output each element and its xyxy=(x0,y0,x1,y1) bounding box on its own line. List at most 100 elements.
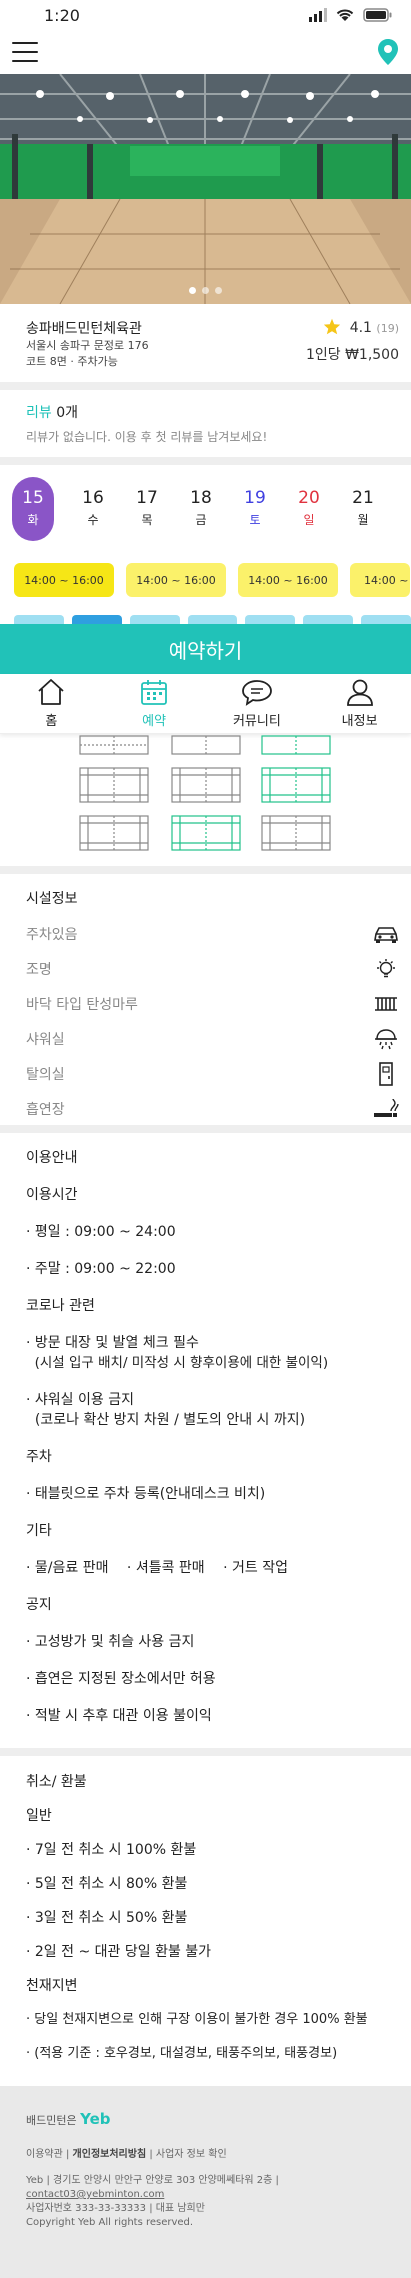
smoking-icon xyxy=(374,1098,399,1117)
etc-item: · 셔틀콕 판매 xyxy=(126,1560,205,1576)
company-address: Yeb | 경기도 안양시 만안구 안양로 303 안양메쎄타워 2층 | xyxy=(26,2175,279,2186)
venue-details: 코트 8면 · 주차가능 xyxy=(26,355,118,368)
footer-brand: 배드민턴은 Yeb xyxy=(26,2110,111,2128)
notice-item: · 흡연은 지정된 장소에서만 허용 xyxy=(26,1671,216,1687)
date-item[interactable]: 20 일 xyxy=(282,487,336,531)
hours-title: 이용시간 xyxy=(26,1187,78,1203)
etc-title: 기타 xyxy=(26,1523,52,1539)
venue-name: 송파배드민턴체육관 xyxy=(26,321,142,337)
review-section[interactable]: 리뷰 0개 리뷰가 없습니다. 이용 후 첫 리뷰를 남겨보세요! xyxy=(0,390,411,457)
disaster-item: · 당일 천재지변으로 인해 구장 이용이 불가한 경우 100% 환불 xyxy=(26,2012,368,2027)
reserve-button[interactable]: 예약하기 xyxy=(0,624,411,674)
privacy-link[interactable]: 개인정보처리방침 xyxy=(73,2149,147,2160)
corona-item-2-note: (코로나 확산 방지 차원 / 별도의 안내 시 까지) xyxy=(26,1412,306,1428)
facility-item: 바닥 타입 탄성마루 xyxy=(0,986,411,1021)
star-icon xyxy=(324,318,341,335)
refund-section: 취소/ 환불 일반 · 7일 전 취소 시 100% 환불 · 5일 전 취소 … xyxy=(0,1756,411,2064)
date-item[interactable]: 21 월 xyxy=(336,487,390,531)
corona-title: 코로나 관련 xyxy=(26,1298,95,1314)
corona-item-1-note: (시설 입구 배치/ 미작성 시 향후이용에 대한 불이익) xyxy=(26,1355,329,1371)
usage-title: 이용안내 xyxy=(26,1150,78,1166)
copyright: Copyright Yeb All rights reserved. xyxy=(26,2217,194,2228)
divider xyxy=(0,382,411,390)
rating: 4.1 (19) xyxy=(306,318,399,336)
contact-email[interactable]: contact03@yebminton.com xyxy=(26,2188,385,2202)
time-slot[interactable]: 14:00 ~ 16:00 xyxy=(126,563,226,597)
facility-title: 시설정보 xyxy=(26,891,78,907)
venue-photo[interactable] xyxy=(0,74,411,304)
date-item[interactable]: 18 금 xyxy=(174,487,228,531)
review-empty-text: 리뷰가 없습니다. 이용 후 첫 리뷰를 남겨보세요! xyxy=(26,430,268,444)
facility-item: 흡연장 xyxy=(0,1091,411,1126)
bottom-tab-bar: 홈 예약 커뮤니티 내정보 xyxy=(0,674,411,734)
location-pin-icon[interactable] xyxy=(377,38,399,66)
status-bar: 1:20 xyxy=(0,0,411,30)
date-item[interactable]: 15 화 xyxy=(12,477,54,541)
refund-item: · 7일 전 취소 시 100% 환불 xyxy=(26,1842,197,1858)
hours-weekend: · 주말 : 09:00 ~ 22:00 xyxy=(26,1261,176,1277)
business-info-link[interactable]: 사업자 정보 확인 xyxy=(156,2149,227,2160)
gym-interior-image xyxy=(0,74,411,304)
menu-icon[interactable] xyxy=(12,42,38,62)
disaster-title: 천재지변 xyxy=(26,1978,78,1994)
hours-weekday: · 평일 : 09:00 ~ 24:00 xyxy=(26,1224,176,1240)
corona-item-2: · 샤워실 이용 금지 xyxy=(26,1392,134,1408)
etc-item: · 거트 작업 xyxy=(223,1560,289,1576)
review-count: 0개 xyxy=(56,405,79,421)
parking-title: 주차 xyxy=(26,1449,52,1465)
rating-value: 4.1 xyxy=(349,320,372,336)
review-label: 리뷰 xyxy=(26,405,52,421)
divider xyxy=(0,1748,411,1756)
facility-item: 주차있음 xyxy=(0,916,411,951)
etc-item: · 물/음료 판매 xyxy=(26,1560,109,1576)
rating-count: (19) xyxy=(376,322,399,335)
court-layout-diagram xyxy=(79,735,331,851)
notice-item: · 적발 시 추후 대관 이용 불이익 xyxy=(26,1708,212,1724)
time-slot[interactable]: 14:00 ~ 16:00 xyxy=(238,563,338,597)
battery-icon xyxy=(363,8,392,22)
bulb-icon xyxy=(377,958,395,977)
date-item[interactable]: 17 목 xyxy=(120,487,174,531)
footer-links: 이용약관 | 개인정보처리방침 | 사업자 정보 확인 xyxy=(26,2149,227,2160)
facility-item: 탈의실 xyxy=(0,1056,411,1091)
time-slot[interactable]: 14:00 ~ 16:00 xyxy=(14,563,114,597)
status-time: 1:20 xyxy=(44,5,80,25)
tab-reservation[interactable]: 예약 xyxy=(103,674,206,733)
court-tabs xyxy=(0,597,411,627)
tab-home[interactable]: 홈 xyxy=(0,674,103,733)
time-slots: 14:00 ~ 16:00 14:00 ~ 16:00 14:00 ~ 16:0… xyxy=(0,541,411,597)
price: 1인당 ₩1,500 xyxy=(305,347,399,363)
tab-community[interactable]: 커뮤니티 xyxy=(206,674,309,733)
divider xyxy=(0,866,411,874)
refund-item: · 3일 전 취소 시 50% 환불 xyxy=(26,1910,188,1926)
usage-info-section: 이용안내 이용시간 · 평일 : 09:00 ~ 24:00 · 주말 : 09… xyxy=(0,1133,411,1726)
car-icon xyxy=(374,926,398,943)
date-item[interactable]: 19 토 xyxy=(228,487,282,531)
facility-item: 조명 xyxy=(0,951,411,986)
wifi-icon xyxy=(336,9,354,21)
time-slot[interactable]: 14:00 ~ xyxy=(350,563,410,597)
venue-info: 송파배드민턴체육관 서울시 송파구 문정로 176 코트 8면 · 주차가능 4… xyxy=(0,304,411,382)
footer: 배드민턴은 Yeb 이용약관 | 개인정보처리방침 | 사업자 정보 확인 Ye… xyxy=(0,2086,411,2278)
facility-section: 시설정보 주차있음 조명 바닥 타입 탄성마루 샤워실 탈의실 흡연장 xyxy=(0,874,411,1126)
floor-icon xyxy=(375,996,397,1011)
date-selector: 15 화 16 수 17 목 18 금 19 토 20 일 21 월 xyxy=(0,465,411,541)
disaster-item: · (적용 기준 : 호우경보, 대설경보, 태풍주의보, 태풍경보) xyxy=(26,2046,338,2061)
date-item[interactable]: 16 수 xyxy=(66,487,120,531)
corona-item-1: · 방문 대장 및 발열 체크 필수 xyxy=(26,1335,199,1351)
signal-icon xyxy=(309,8,327,22)
refund-item: · 5일 전 취소 시 80% 환불 xyxy=(26,1876,188,1892)
court-map[interactable] xyxy=(0,734,411,864)
business-number: 사업자번호 333-33-33333 | 대표 남희만 xyxy=(26,2203,205,2214)
locker-icon xyxy=(379,1061,393,1086)
venue-address: 서울시 송파구 문정로 176 xyxy=(26,339,149,352)
carousel-indicator xyxy=(0,287,411,294)
refund-title: 취소/ 환불 xyxy=(26,1774,87,1790)
tab-my-info[interactable]: 내정보 xyxy=(308,674,411,733)
status-icons xyxy=(309,8,393,22)
app-bar xyxy=(0,30,411,74)
divider xyxy=(0,1125,411,1133)
terms-link[interactable]: 이용약관 xyxy=(26,2149,63,2160)
refund-item: · 2일 전 ~ 대관 당일 환불 불가 xyxy=(26,1944,212,1960)
user-icon xyxy=(346,679,373,706)
